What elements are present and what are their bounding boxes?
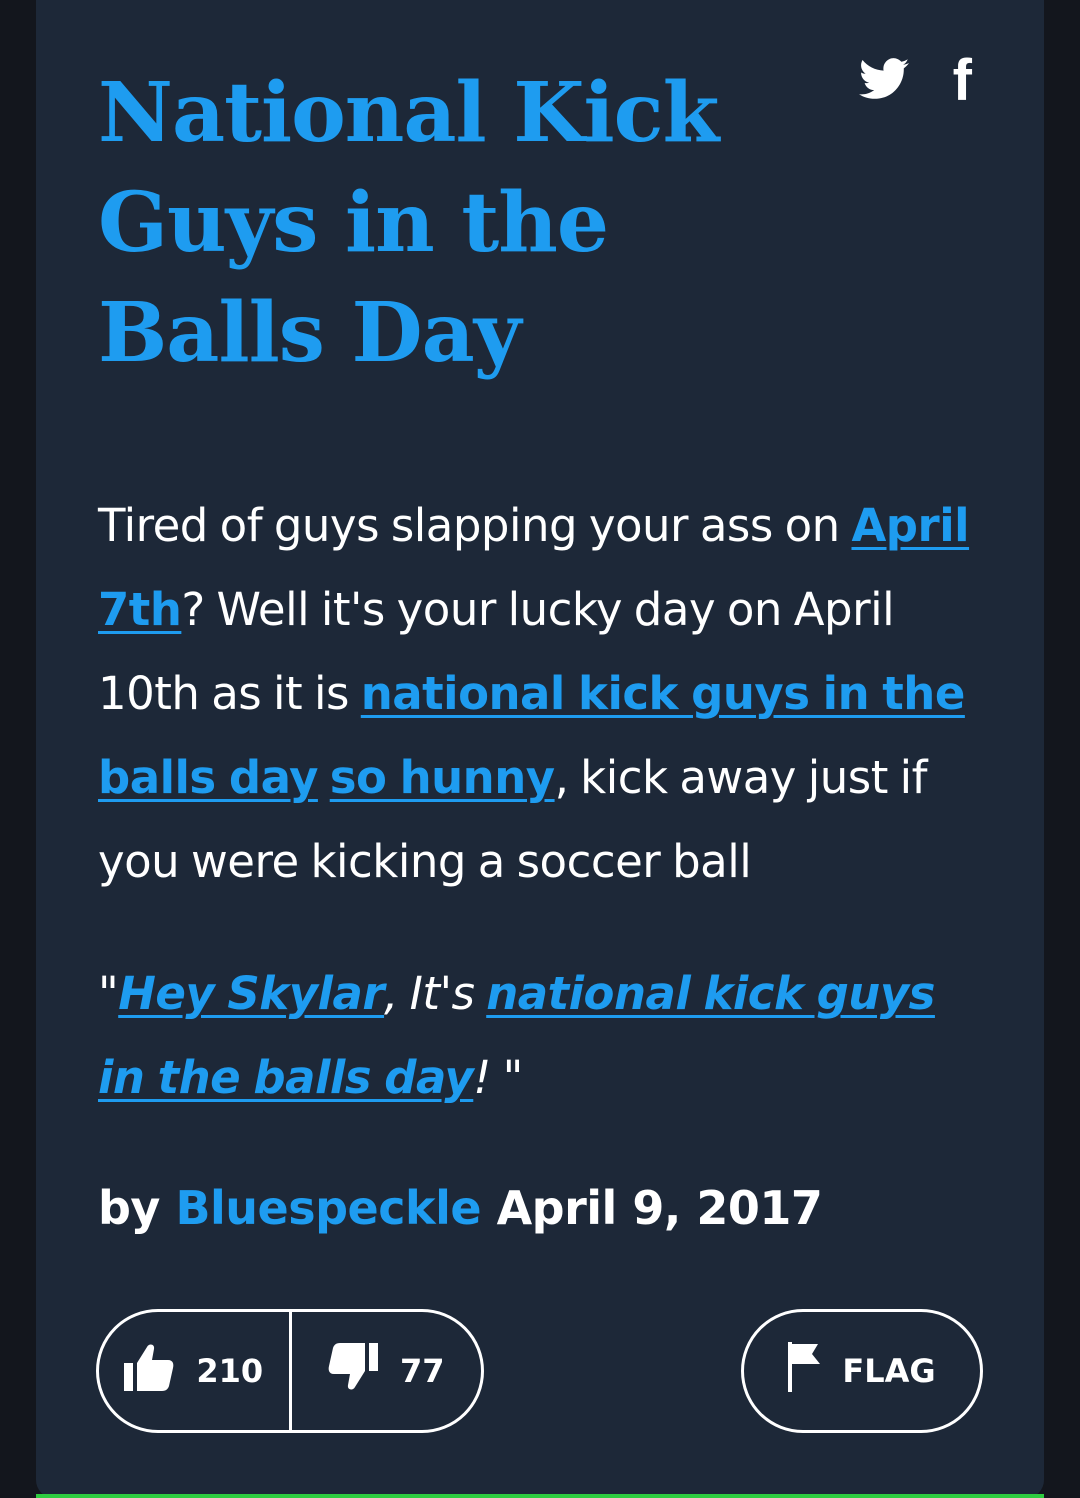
byline: by Bluespeckle April 9, 2017 — [98, 1176, 823, 1240]
definition-meaning: Tired of guys slapping your ass on April… — [98, 484, 988, 904]
upvote-count: 210 — [196, 1352, 264, 1390]
downvote-count: 77 — [399, 1352, 445, 1390]
meaning-text — [318, 751, 330, 804]
meaning-text: Tired of guys slapping your ass on — [98, 499, 852, 552]
vote-buttons: 210 77 — [96, 1309, 484, 1433]
byline-by: by — [98, 1181, 160, 1235]
link-hey-skylar[interactable]: Hey Skylar — [118, 967, 384, 1020]
thumbs-up-button[interactable]: 210 — [99, 1312, 289, 1430]
example-text: , It's — [384, 967, 487, 1020]
flag-button[interactable]: FLAG — [741, 1309, 983, 1433]
flag-label: FLAG — [842, 1352, 936, 1390]
bottom-accent-bar — [36, 1494, 1044, 1498]
definition-example: "Hey Skylar, It's national kick guys in … — [98, 952, 988, 1120]
twitter-bird-icon[interactable] — [858, 58, 909, 104]
link-so-hunny[interactable]: so hunny — [330, 751, 555, 804]
entry-date: April 9, 2017 — [496, 1181, 823, 1235]
thumbs-down-icon — [328, 1343, 378, 1399]
share-links: f — [858, 52, 972, 110]
thumbs-down-button[interactable]: 77 — [292, 1312, 482, 1430]
entry-title[interactable]: National Kick Guys in the Balls Day — [98, 58, 738, 388]
flag-icon — [788, 1342, 822, 1400]
thumbs-up-icon — [124, 1343, 174, 1399]
facebook-icon[interactable]: f — [953, 52, 972, 110]
example-text: ! " — [473, 1051, 523, 1104]
example-text: " — [98, 967, 119, 1020]
author-link[interactable]: Bluespeckle — [175, 1181, 481, 1235]
